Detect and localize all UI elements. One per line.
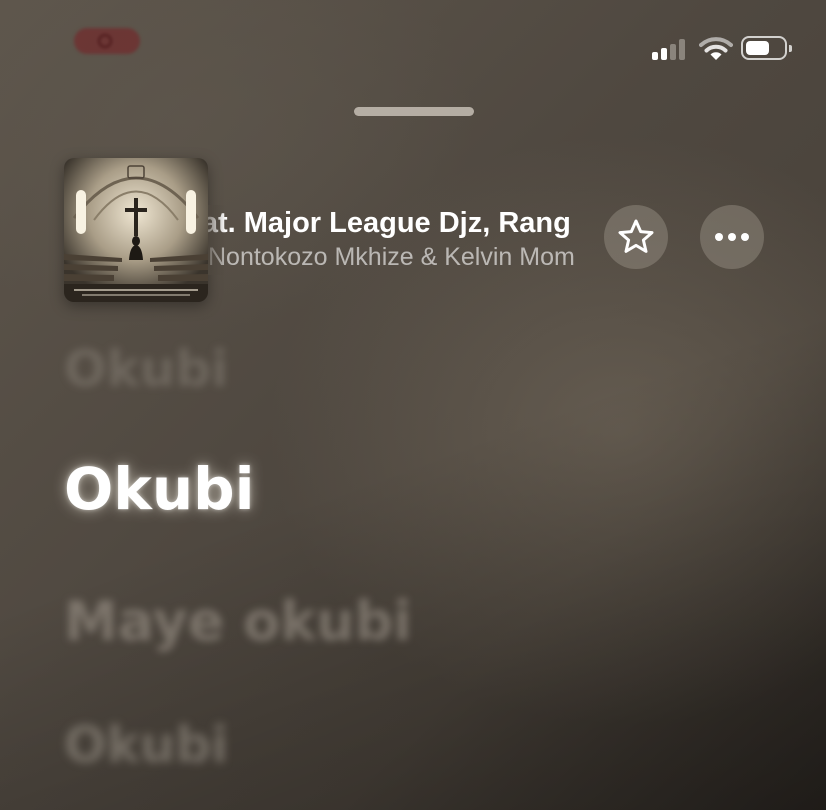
battery-icon — [741, 36, 792, 60]
track-artist: Nontokozo Mkhize & Kelvin Mom — [208, 243, 575, 271]
lyric-line-next[interactable]: Maye okubi — [64, 590, 412, 653]
lyric-line-current[interactable]: Okubi — [64, 455, 255, 523]
recording-indicator-icon — [74, 28, 140, 54]
cellular-signal-icon — [652, 38, 692, 60]
ellipsis-icon — [715, 233, 749, 241]
wifi-icon — [699, 37, 733, 60]
star-icon — [618, 219, 654, 253]
lyric-line-previous[interactable]: Okubi — [64, 340, 228, 398]
background-vignette — [0, 0, 826, 810]
lyric-line-next[interactable]: Okubi — [64, 716, 228, 774]
favorite-button[interactable] — [604, 205, 668, 269]
track-title: Feat. Major League Djz, Rang — [208, 207, 571, 239]
more-options-button[interactable] — [700, 205, 764, 269]
track-info[interactable]: Feat. Major League Djz, Rang Nontokozo M… — [208, 205, 596, 275]
album-artwork[interactable] — [64, 158, 208, 302]
sheet-grabber[interactable] — [354, 107, 474, 116]
